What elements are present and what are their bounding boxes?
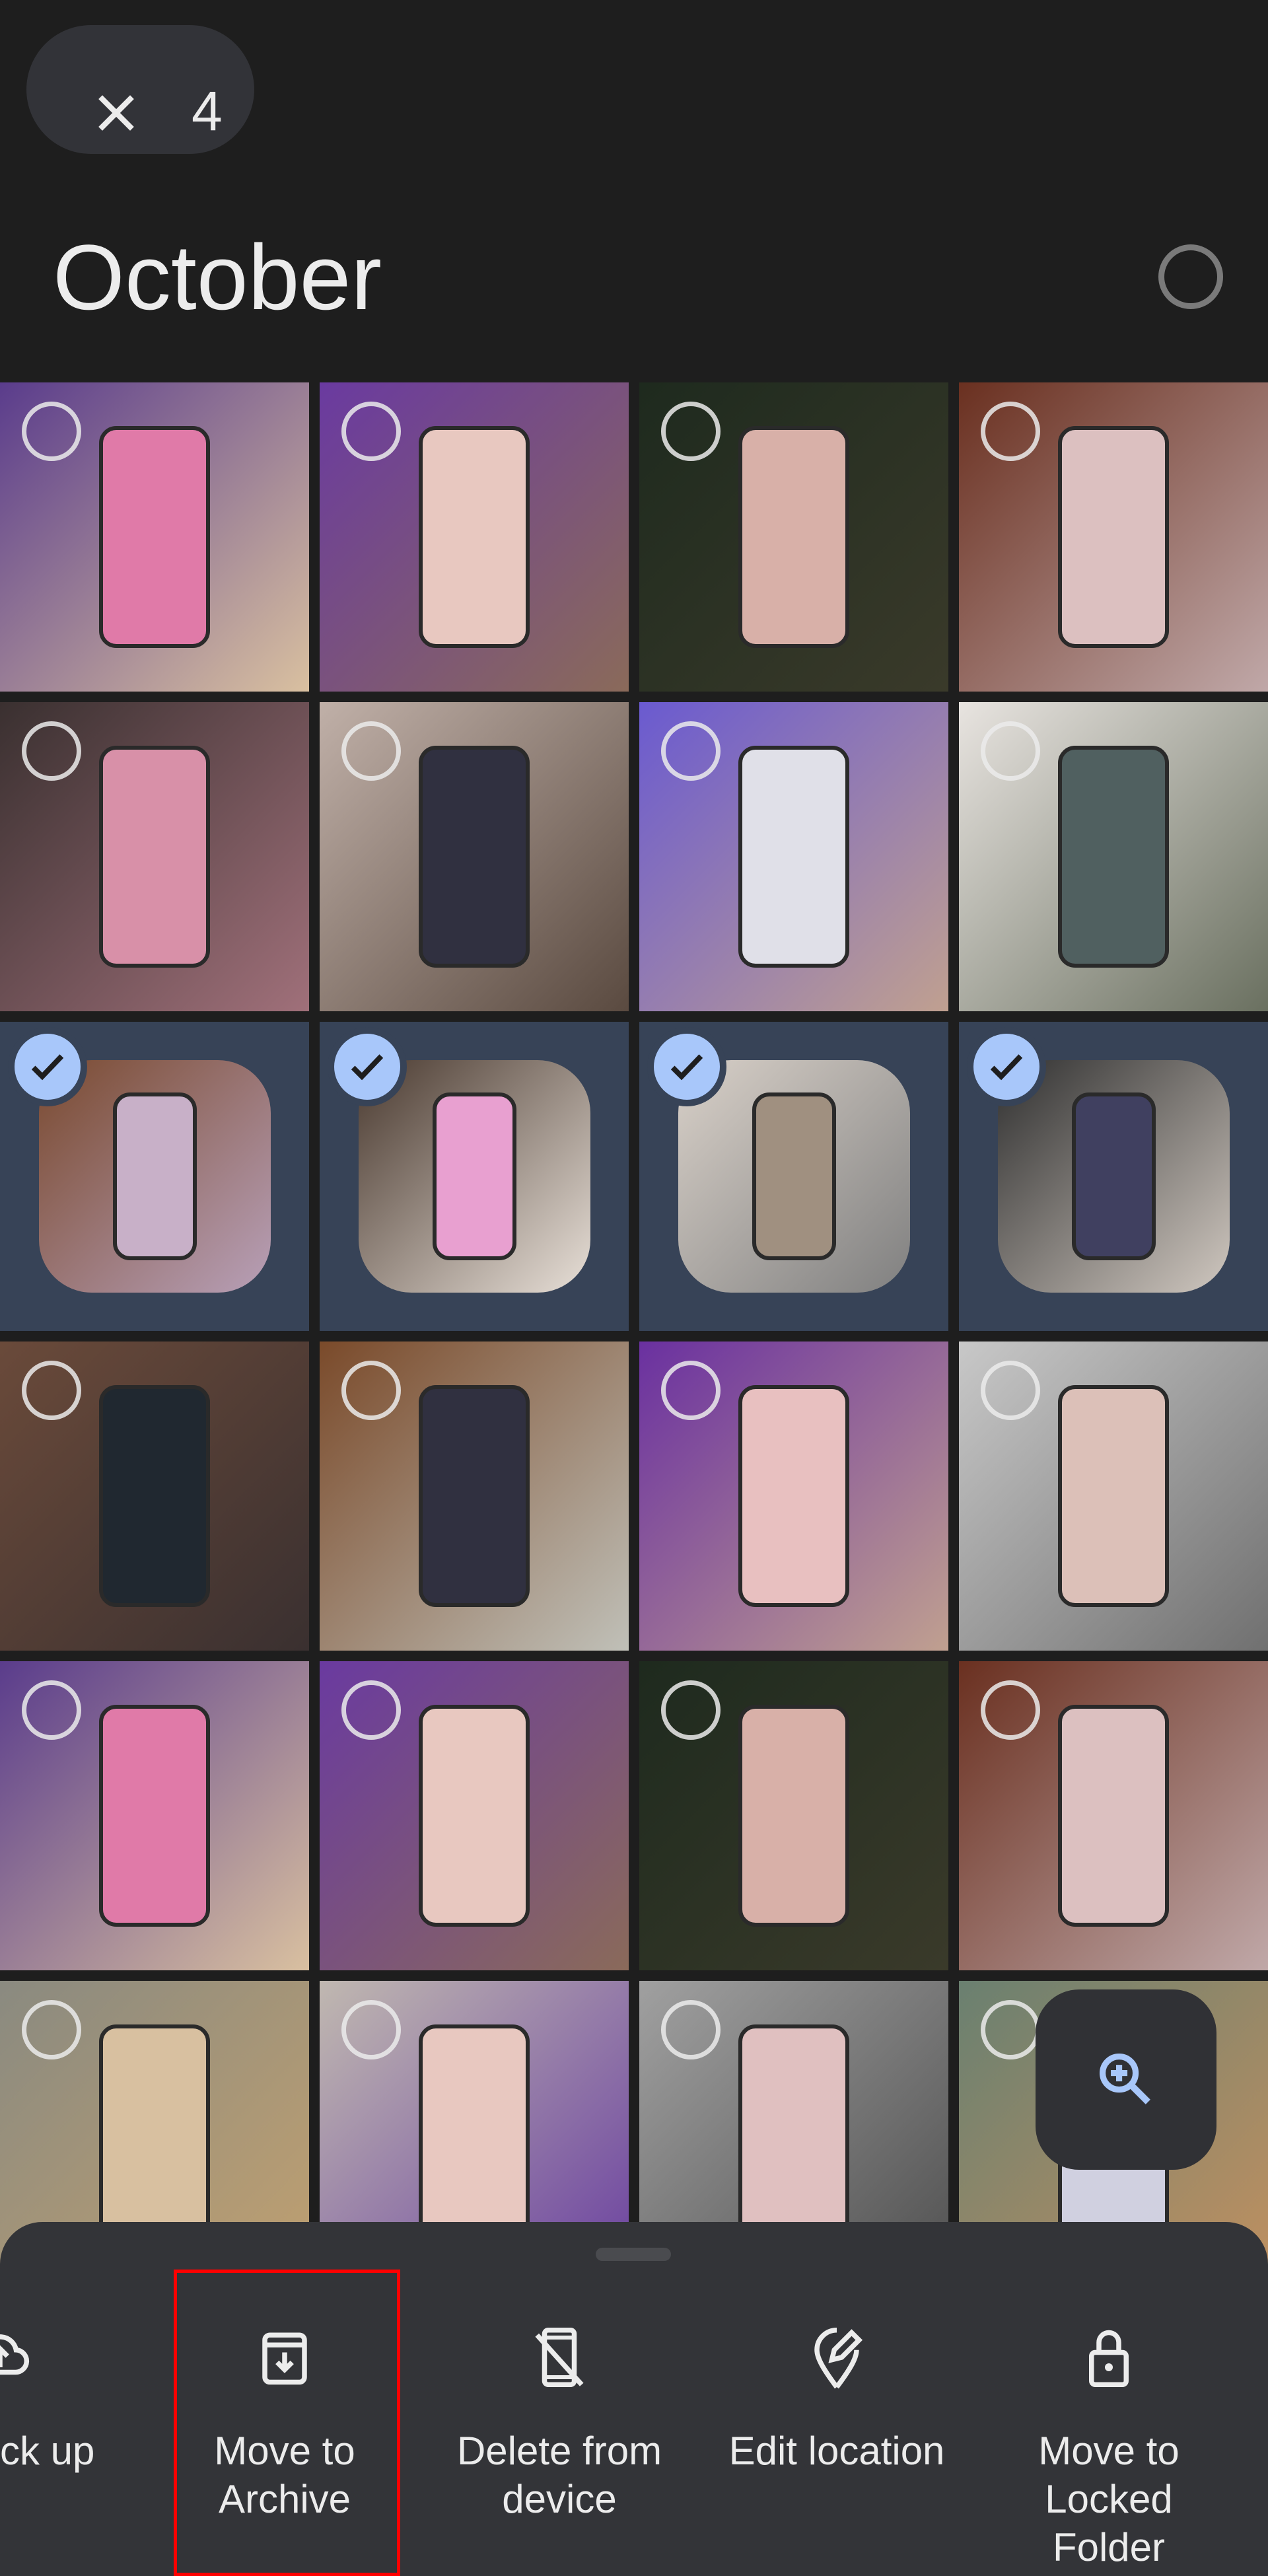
- photo-tile[interactable]: [0, 1661, 309, 1970]
- select-circle-icon[interactable]: [341, 1680, 401, 1740]
- photo-thumbnail: [998, 1060, 1230, 1293]
- phone-in-photo: [738, 745, 850, 968]
- photo-tile[interactable]: [639, 702, 948, 1011]
- checkmark-icon[interactable]: [15, 1034, 81, 1100]
- checkmark-icon[interactable]: [973, 1034, 1039, 1100]
- phone-in-photo: [98, 1384, 211, 1608]
- select-circle-icon[interactable]: [981, 1680, 1040, 1740]
- phone-in-photo: [738, 425, 850, 649]
- select-circle-icon[interactable]: [341, 402, 401, 461]
- phone-in-photo: [1057, 1704, 1170, 1927]
- select-circle-icon[interactable]: [22, 402, 81, 461]
- phone-in-photo: [1057, 1384, 1170, 1608]
- select-circle-icon[interactable]: [22, 2000, 81, 2059]
- photo-thumbnail: [39, 1060, 271, 1293]
- zoom-in-icon: [1100, 2054, 1150, 2104]
- photo-tile[interactable]: [639, 1342, 948, 1651]
- phone-in-photo: [98, 745, 211, 968]
- select-circle-icon[interactable]: [661, 1680, 721, 1740]
- photo-tile[interactable]: [320, 1661, 629, 1970]
- select-circle-icon[interactable]: [661, 1361, 721, 1420]
- photo-tile-selected[interactable]: [320, 1022, 629, 1331]
- phone-in-photo: [738, 1704, 850, 1927]
- clear-selection-button[interactable]: 4: [26, 25, 254, 154]
- photo-tile[interactable]: [320, 1342, 629, 1651]
- photo-tile[interactable]: [0, 702, 309, 1011]
- drag-handle[interactable]: [596, 2248, 671, 2261]
- highlight-box: [174, 2270, 400, 2576]
- phone-in-photo: [1072, 1092, 1156, 1260]
- select-all-circle-icon[interactable]: [1158, 244, 1223, 309]
- section-title: October: [53, 225, 382, 329]
- photo-thumbnail: [359, 1060, 590, 1293]
- photo-tile[interactable]: [959, 1342, 1268, 1651]
- phone-off-icon: [535, 2328, 584, 2387]
- select-circle-icon[interactable]: [22, 1361, 81, 1420]
- photo-thumbnail: [678, 1060, 910, 1293]
- photo-tile[interactable]: [639, 382, 948, 692]
- action-label: ck up: [0, 2429, 95, 2473]
- phone-in-photo: [418, 1384, 530, 1608]
- zoom-button[interactable]: [1036, 1989, 1216, 2170]
- edit-location-action[interactable]: Edit location: [724, 2262, 949, 2572]
- lock-icon: [1089, 2330, 1129, 2387]
- action-label: Move to Locked Folder: [1038, 2429, 1180, 2569]
- photo-tile[interactable]: [0, 1342, 309, 1651]
- phone-in-photo: [1057, 745, 1170, 968]
- checkmark-icon[interactable]: [334, 1034, 400, 1100]
- select-circle-icon[interactable]: [22, 1680, 81, 1740]
- photo-tile[interactable]: [959, 702, 1268, 1011]
- phone-in-photo: [113, 1092, 197, 1260]
- move-to-locked-folder-action[interactable]: Move to Locked Folder: [997, 2262, 1221, 2572]
- select-circle-icon[interactable]: [661, 2000, 721, 2059]
- photo-tile[interactable]: [639, 1661, 948, 1970]
- phone-in-photo: [738, 1384, 850, 1608]
- phone-in-photo: [418, 1704, 530, 1927]
- select-circle-icon[interactable]: [981, 721, 1040, 781]
- photo-tile[interactable]: [0, 382, 309, 692]
- action-label: Edit location: [728, 2429, 945, 2473]
- select-circle-icon[interactable]: [981, 402, 1040, 461]
- photo-tile-selected[interactable]: [639, 1022, 948, 1331]
- phone-in-photo: [738, 2024, 850, 2247]
- phone-in-photo: [98, 425, 211, 649]
- phone-in-photo: [418, 2024, 530, 2247]
- phone-in-photo: [418, 425, 530, 649]
- cloud-upload-icon: [0, 2334, 30, 2375]
- action-label: Delete from device: [456, 2429, 662, 2521]
- phone-in-photo: [1057, 425, 1170, 649]
- edit-location-icon: [814, 2328, 863, 2389]
- select-circle-icon[interactable]: [661, 402, 721, 461]
- select-circle-icon[interactable]: [341, 1361, 401, 1420]
- phone-in-photo: [433, 1092, 516, 1260]
- photo-tile-selected[interactable]: [959, 1022, 1268, 1331]
- photo-tile-selected[interactable]: [0, 1022, 309, 1331]
- photo-tile[interactable]: [320, 382, 629, 692]
- close-icon[interactable]: [89, 86, 143, 140]
- phone-in-photo: [418, 745, 530, 968]
- back-up-action[interactable]: ck up: [0, 2262, 132, 2572]
- checkmark-icon[interactable]: [654, 1034, 720, 1100]
- select-circle-icon[interactable]: [22, 721, 81, 781]
- phone-in-photo: [98, 1704, 211, 1927]
- photo-tile[interactable]: [959, 382, 1268, 692]
- select-circle-icon[interactable]: [661, 721, 721, 781]
- photo-tile[interactable]: [320, 702, 629, 1011]
- select-circle-icon[interactable]: [341, 721, 401, 781]
- select-circle-icon[interactable]: [981, 2000, 1040, 2059]
- phone-in-photo: [752, 1092, 836, 1260]
- photo-tile[interactable]: [959, 1661, 1268, 1970]
- select-circle-icon[interactable]: [341, 2000, 401, 2059]
- selected-count: 4: [192, 80, 223, 142]
- phone-in-photo: [98, 2024, 211, 2247]
- select-circle-icon[interactable]: [981, 1361, 1040, 1420]
- delete-from-device-action[interactable]: Delete from device: [447, 2262, 672, 2572]
